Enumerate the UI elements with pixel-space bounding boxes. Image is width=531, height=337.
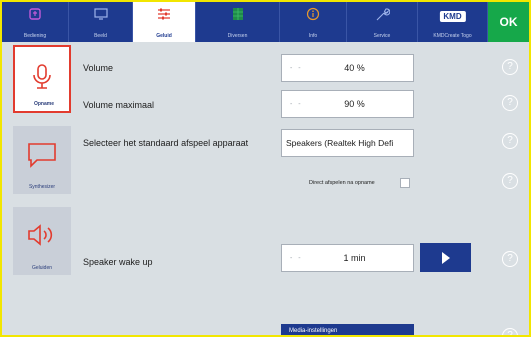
tab-service[interactable]: Service (347, 2, 418, 42)
help-icon[interactable]: ? (502, 173, 518, 189)
tab-label: Bediening (23, 33, 47, 39)
tab-bediening[interactable]: Bediening (2, 2, 69, 42)
wrench-icon (374, 7, 391, 28)
play-button[interactable] (420, 243, 471, 272)
tab-beeld[interactable]: Beeld (69, 2, 133, 42)
kmd-logo: KMD (439, 6, 466, 24)
wake-up-stepper[interactable]: - - 1 min (281, 244, 414, 272)
play-icon (441, 251, 450, 264)
ok-label: OK (499, 15, 518, 29)
ok-button[interactable]: OK (488, 2, 529, 42)
volume-max-stepper[interactable]: - - 90 % (281, 90, 414, 118)
volume-stepper[interactable]: - - 40 % (281, 54, 414, 82)
volume-label: Volume (83, 63, 114, 73)
sidebar-item-opname[interactable]: Opname (13, 45, 71, 113)
tab-kmdcreate-togo[interactable]: KMD KMDCreate Togo (418, 2, 488, 42)
device-value: Speakers (Realtek High Defi (286, 138, 394, 148)
sidebar-item-label: Geluiden (31, 265, 52, 271)
direct-play-label: Direct afspelen na opname (309, 180, 375, 186)
help-icon[interactable]: ? (502, 133, 518, 149)
tab-geluid[interactable]: Geluid (133, 2, 196, 42)
speaker-icon (28, 224, 53, 246)
tab-label: Geluid (156, 33, 172, 39)
stepper-dashes: - - (290, 254, 303, 262)
sliders-icon (157, 7, 171, 26)
tab-diversen[interactable]: Diversen (196, 2, 280, 42)
wake-up-label: Speaker wake up (83, 257, 153, 267)
sidebar-item-label: Synthesizer (28, 184, 56, 190)
microphone-icon (33, 64, 51, 89)
tab-label: Info (308, 33, 318, 39)
kmd-logo-text: KMD (439, 11, 466, 22)
app-window: Bediening Beeld Geluid Diversen Info Ser… (0, 0, 531, 337)
sidebar-item-label: Opname (33, 101, 54, 107)
help-icon[interactable]: ? (502, 95, 518, 111)
monitor-icon (93, 7, 108, 25)
stepper-dashes: - - (290, 100, 303, 108)
help-icon[interactable]: ? (502, 251, 518, 267)
tab-label: KMDCreate Togo (433, 33, 472, 39)
sidebar-item-synthesizer[interactable]: Synthesizer (13, 126, 71, 194)
help-icon[interactable]: ? (502, 59, 518, 75)
speech-bubble-icon (28, 143, 56, 168)
grid-icon (232, 7, 244, 26)
hand-icon (28, 7, 42, 26)
direct-play-checkbox[interactable] (400, 178, 410, 188)
device-select[interactable]: Speakers (Realtek High Defi (281, 129, 414, 157)
tab-label: Beeld (94, 33, 107, 39)
stepper-dashes: - - (290, 64, 303, 72)
sidebar-item-geluiden[interactable]: Geluiden (13, 207, 71, 275)
info-icon (306, 7, 320, 26)
media-settings-button[interactable]: Media-instellingen (281, 324, 414, 335)
device-label: Selecteer het standaard afspeel apparaat (83, 138, 249, 148)
tab-label: Diversen (227, 33, 248, 39)
top-tab-bar: Bediening Beeld Geluid Diversen Info Ser… (2, 2, 529, 42)
tab-info[interactable]: Info (280, 2, 347, 42)
volume-max-label: Volume maximaal (83, 100, 155, 110)
tab-label: Service (373, 33, 391, 39)
help-icon[interactable]: ? (502, 328, 518, 335)
